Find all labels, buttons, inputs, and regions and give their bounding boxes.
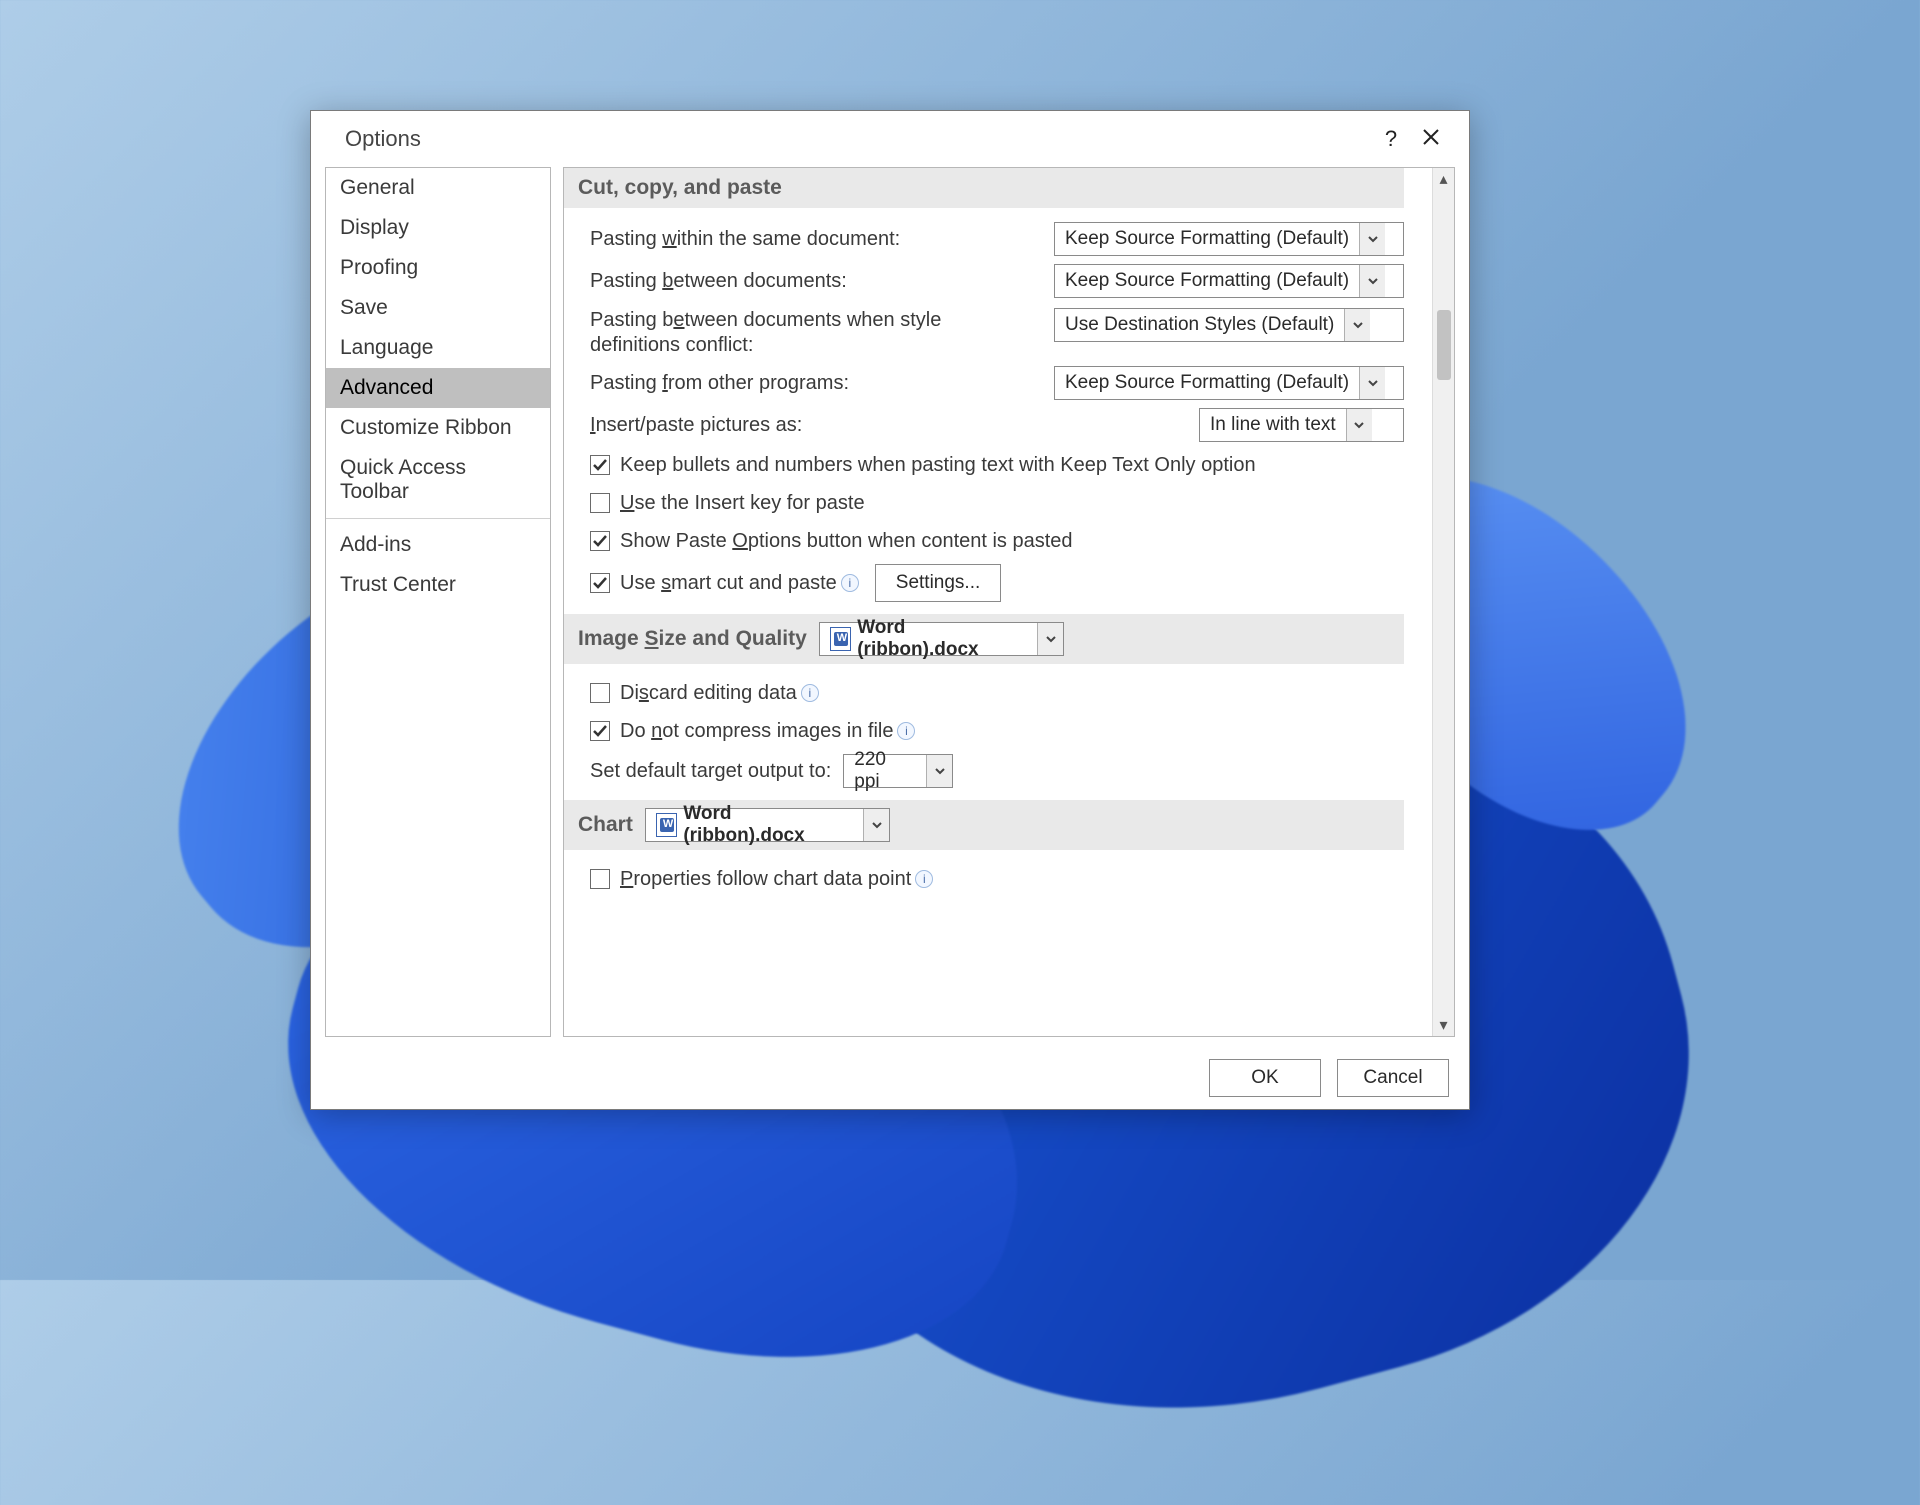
settings-button[interactable]: Settings... — [875, 564, 1002, 602]
checkbox-smart-cut[interactable] — [590, 573, 610, 593]
close-button[interactable] — [1411, 126, 1451, 152]
dropdown-paste-programs[interactable]: Keep Source Formatting (Default) — [1054, 366, 1404, 400]
options-content: Cut, copy, and paste Pasting within the … — [564, 168, 1432, 1036]
label-discard-editing: Discard editing data — [620, 682, 797, 705]
scroll-up-arrow-icon[interactable]: ▴ — [1433, 168, 1454, 190]
category-sidebar: GeneralDisplayProofingSaveLanguageAdvanc… — [325, 167, 551, 1037]
info-icon[interactable]: i — [841, 574, 859, 592]
chevron-down-icon — [1344, 309, 1370, 341]
scroll-down-arrow-icon[interactable]: ▾ — [1433, 1014, 1454, 1036]
chevron-down-icon — [1359, 223, 1385, 255]
label-insert-pictures: Insert/paste pictures as: — [590, 414, 802, 437]
chevron-down-icon — [1359, 265, 1385, 297]
chevron-down-icon — [1037, 623, 1062, 655]
dropdown-value: Word (ribbon).docx — [857, 617, 1027, 661]
sidebar-item-proofing[interactable]: Proofing — [326, 248, 550, 288]
dropdown-insert-pictures[interactable]: In line with text — [1199, 408, 1404, 442]
chevron-down-icon — [1359, 367, 1385, 399]
label-keep-bullets: Keep bullets and numbers when pasting te… — [620, 454, 1256, 477]
dropdown-value: Word (ribbon).docx — [683, 803, 853, 847]
label-paste-between: Pasting between documents: — [590, 270, 847, 293]
sidebar-item-quick-access-toolbar[interactable]: Quick Access Toolbar — [326, 448, 550, 512]
dropdown-value: Keep Source Formatting (Default) — [1055, 372, 1359, 394]
dropdown-target-ppi[interactable]: 220 ppi — [843, 754, 953, 788]
label-no-compress: Do not compress images in file — [620, 720, 893, 743]
scrollbar[interactable]: ▴ ▾ — [1432, 168, 1454, 1036]
dropdown-paste-between[interactable]: Keep Source Formatting (Default) — [1054, 264, 1404, 298]
label-paste-programs: Pasting from other programs: — [590, 372, 849, 395]
nav-divider — [326, 518, 550, 519]
dropdown-chart-document[interactable]: Word (ribbon).docx — [645, 808, 890, 842]
dialog-title: Options — [345, 126, 421, 152]
info-icon[interactable]: i — [915, 870, 933, 888]
word-doc-icon — [656, 813, 677, 837]
checkbox-chart-properties[interactable] — [590, 869, 610, 889]
options-dialog: Options ? GeneralDisplayProofingSaveLang… — [310, 110, 1470, 1110]
dropdown-value: 220 ppi — [844, 749, 926, 793]
close-icon — [1422, 128, 1440, 146]
dropdown-value: Keep Source Formatting (Default) — [1055, 228, 1359, 250]
dropdown-paste-within[interactable]: Keep Source Formatting (Default) — [1054, 222, 1404, 256]
info-icon[interactable]: i — [801, 684, 819, 702]
scroll-thumb[interactable] — [1437, 310, 1451, 380]
cancel-button[interactable]: Cancel — [1337, 1059, 1449, 1097]
sidebar-item-add-ins[interactable]: Add-ins — [326, 525, 550, 565]
word-doc-icon — [830, 627, 851, 651]
checkbox-keep-bullets[interactable] — [590, 455, 610, 475]
chevron-down-icon — [1346, 409, 1372, 441]
dropdown-value: Keep Source Formatting (Default) — [1055, 270, 1359, 292]
ok-button[interactable]: OK — [1209, 1059, 1321, 1097]
label-target-output: Set default target output to: — [590, 760, 831, 783]
dropdown-paste-conflict[interactable]: Use Destination Styles (Default) — [1054, 308, 1404, 342]
section-header-chart: Chart Word (ribbon).docx — [564, 800, 1404, 850]
label-insert-key: Use the Insert key for paste — [620, 492, 865, 515]
sidebar-item-advanced[interactable]: Advanced — [326, 368, 550, 408]
chevron-down-icon — [863, 809, 888, 841]
label-smart-cut: Use smart cut and paste — [620, 572, 837, 595]
sidebar-item-display[interactable]: Display — [326, 208, 550, 248]
sidebar-item-customize-ribbon[interactable]: Customize Ribbon — [326, 408, 550, 448]
checkbox-insert-key[interactable] — [590, 493, 610, 513]
section-header-cutcopypaste: Cut, copy, and paste — [564, 168, 1404, 208]
section-title: Image Size and Quality — [578, 627, 807, 651]
label-chart-properties: Properties follow chart data point — [620, 868, 911, 891]
info-icon[interactable]: i — [897, 722, 915, 740]
dropdown-image-document[interactable]: Word (ribbon).docx — [819, 622, 1064, 656]
checkbox-no-compress[interactable] — [590, 721, 610, 741]
chevron-down-icon — [926, 755, 952, 787]
section-title: Chart — [578, 813, 633, 837]
sidebar-item-general[interactable]: General — [326, 168, 550, 208]
help-button[interactable]: ? — [1371, 126, 1411, 152]
dialog-footer: OK Cancel — [311, 1047, 1469, 1109]
sidebar-item-save[interactable]: Save — [326, 288, 550, 328]
section-title: Cut, copy, and paste — [578, 176, 782, 200]
label-paste-within: Pasting within the same document: — [590, 228, 900, 251]
titlebar: Options ? — [311, 111, 1469, 167]
sidebar-item-trust-center[interactable]: Trust Center — [326, 565, 550, 605]
checkbox-paste-options[interactable] — [590, 531, 610, 551]
dropdown-value: In line with text — [1200, 414, 1346, 436]
section-header-image-quality: Image Size and Quality Word (ribbon).doc… — [564, 614, 1404, 664]
sidebar-item-language[interactable]: Language — [326, 328, 550, 368]
label-paste-options: Show Paste Options button when content i… — [620, 530, 1073, 553]
label-paste-conflict: Pasting between documents when style def… — [590, 306, 980, 358]
dropdown-value: Use Destination Styles (Default) — [1055, 314, 1344, 336]
checkbox-discard-editing[interactable] — [590, 683, 610, 703]
